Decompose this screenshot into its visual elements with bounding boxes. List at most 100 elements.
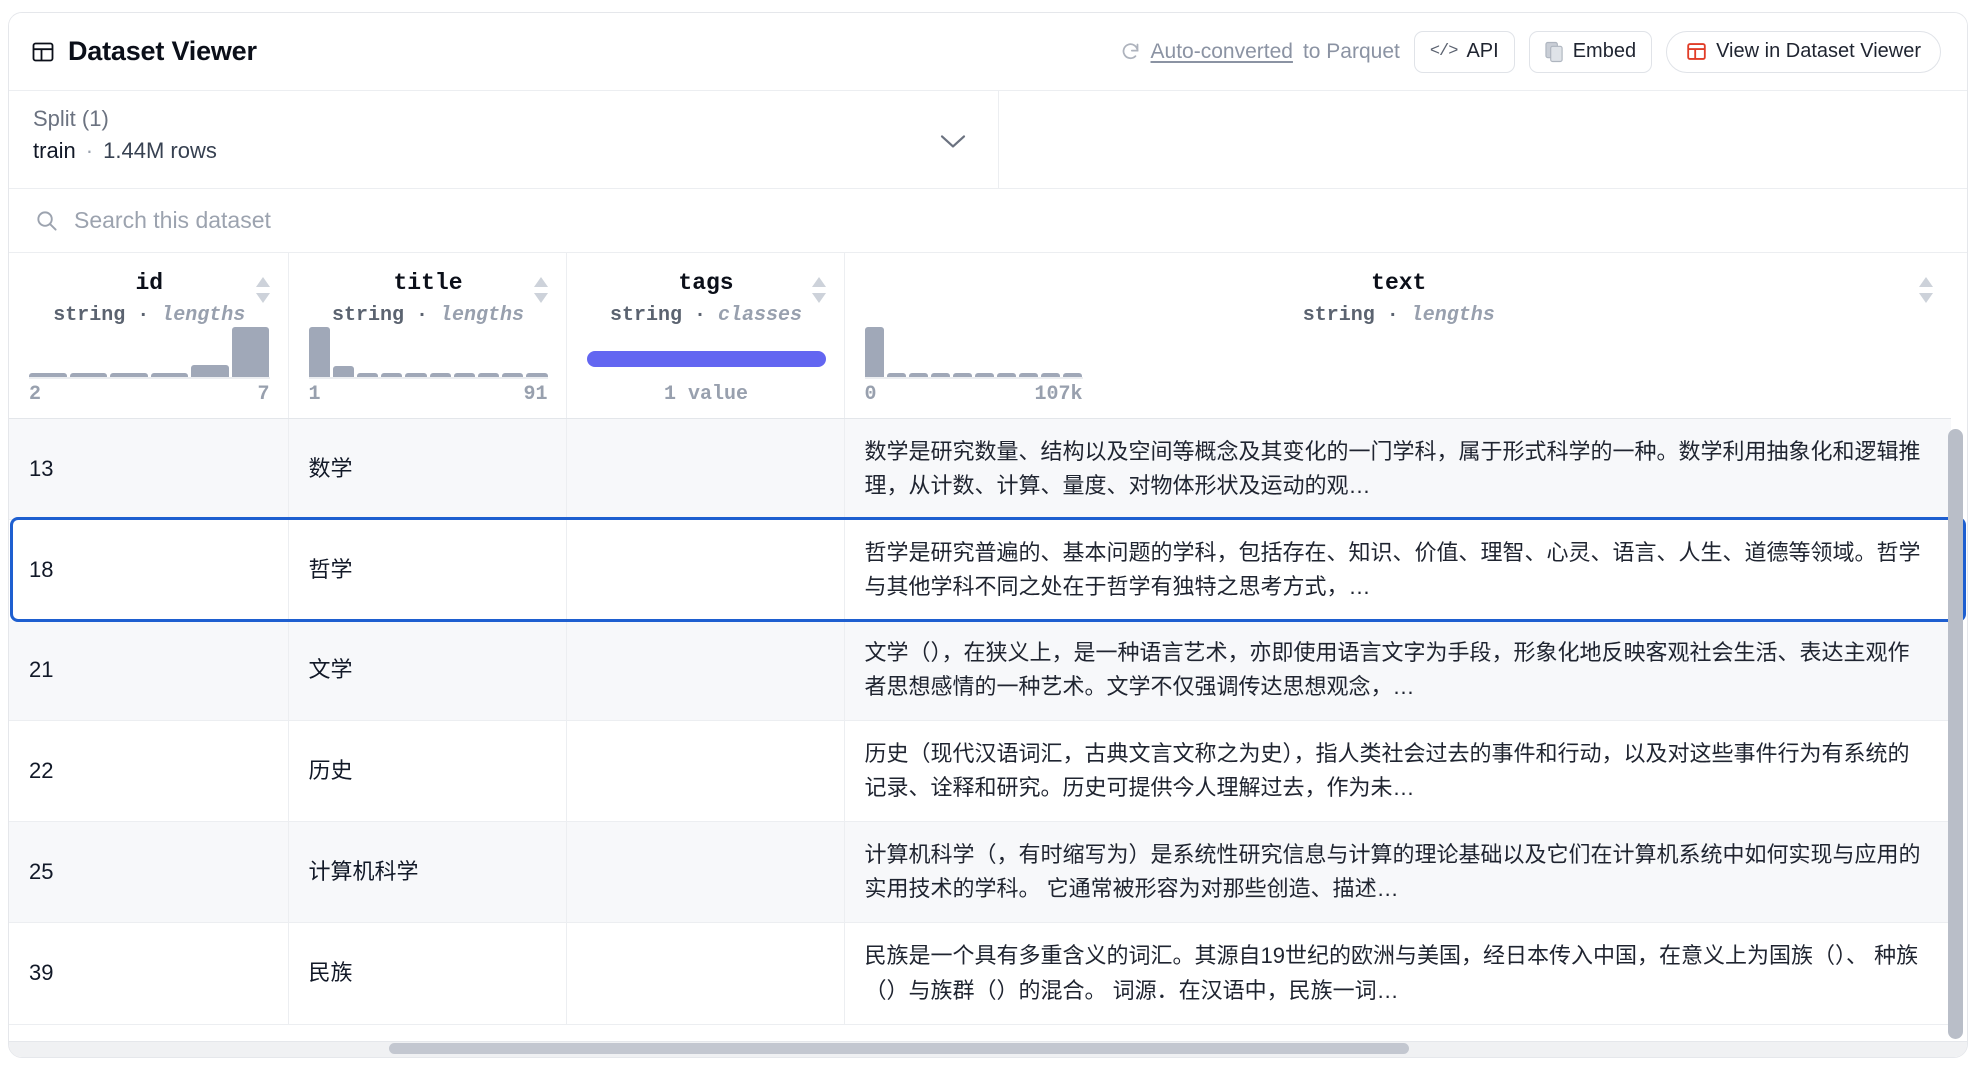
cell-tags <box>566 922 845 1025</box>
copy-icon <box>1545 41 1564 63</box>
column-name-tags: tags <box>678 270 734 296</box>
table-row[interactable]: 22 历史 历史（现代汉语词汇，古典文言文称之为史），指人类社会过去的事件和行动… <box>9 720 1951 823</box>
histogram-bar <box>308 326 330 377</box>
table-body: 13 数学 数学是研究数量、结构以及空间等概念及其变化的一门学科，属于形式科学的… <box>9 418 1951 1025</box>
histogram-bar <box>356 372 379 377</box>
column-type-tags: string · classes <box>609 303 803 327</box>
cell-title: 哲学 <box>288 519 567 620</box>
page-title-text: Dataset Viewer <box>68 36 257 66</box>
table-row[interactable]: 39 民族 民族是一个具有多重含义的词汇。其源自19世纪的欧洲与美国，经日本传入… <box>9 922 1951 1025</box>
horizontal-scrollbar-track[interactable] <box>9 1041 1967 1057</box>
table-row[interactable]: 25 计算机科学 计算机科学（，有时缩写为）是系统性研究信息与计算的理论基础以及… <box>9 821 1951 924</box>
histogram-bar <box>1019 372 1039 377</box>
split-label: Split (1) <box>33 106 109 131</box>
code-brackets-icon: </> <box>1429 42 1459 61</box>
histogram-bar <box>1041 372 1061 377</box>
view-in-dataset-viewer-button[interactable]: View in Dataset Viewer <box>1666 30 1941 73</box>
cell-tags <box>566 821 845 924</box>
cell-id: 13 <box>9 418 289 520</box>
auto-converted-notice[interactable]: Auto-converted to Parquet <box>1120 40 1400 64</box>
histogram-min-title: 1 <box>308 382 321 406</box>
auto-converted-suffix: to Parquet <box>1302 39 1400 63</box>
histogram-bar <box>908 372 928 377</box>
column-classbar-tags: 1 value <box>586 350 826 406</box>
column-header-id[interactable]: id string · lengths 2 7 <box>9 253 289 419</box>
cell-tags <box>566 519 845 620</box>
table-row[interactable]: 21 文学 文学（），在狭义上，是一种语言艺术，亦即使用语言文字为手段，形象化地… <box>9 619 1951 722</box>
refresh-icon <box>1120 41 1141 62</box>
api-button[interactable]: </> API <box>1413 30 1515 73</box>
histogram-max-id: 7 <box>257 382 270 406</box>
horizontal-scrollbar-thumb[interactable] <box>389 1043 1409 1054</box>
histogram-bar <box>429 372 451 377</box>
search-bar <box>9 189 1967 253</box>
table-head: id string · lengths 2 7 title string · l… <box>9 253 1951 419</box>
table-header-row: id string · lengths 2 7 title string · l… <box>9 253 1951 419</box>
histogram-bar <box>974 372 995 377</box>
column-header-tags[interactable]: tags string · classes 1 value <box>566 253 845 419</box>
grid-table-icon <box>31 40 55 64</box>
dataset-viewer-panel: Dataset Viewer Auto-converted to Parquet… <box>8 12 1968 1058</box>
cell-tags <box>566 720 845 823</box>
column-histogram-text: 0 107k <box>864 324 1083 406</box>
search-icon <box>35 209 58 232</box>
histogram-bar <box>110 372 148 377</box>
split-row-count: 1.44M rows <box>103 137 217 163</box>
histogram-bar <box>191 364 229 377</box>
search-input[interactable] <box>74 207 774 234</box>
table-row-selected[interactable]: 18 哲学 哲学是研究普遍的、基本问题的学科，包括存在、知识、价值、理智、心灵、… <box>9 519 1951 620</box>
histogram-axis: 1 91 <box>309 383 548 406</box>
histogram-bar <box>502 372 524 377</box>
embed-button-label: Embed <box>1572 40 1637 62</box>
histogram-bar <box>69 372 108 377</box>
cell-id: 18 <box>9 519 289 620</box>
embed-button[interactable]: Embed <box>1528 30 1653 73</box>
split-bar: Split (1) train · 1.44M rows <box>9 91 1967 189</box>
api-button-label: API <box>1466 40 1499 62</box>
cell-title: 民族 <box>288 922 567 1025</box>
histogram-min-id: 2 <box>29 382 42 406</box>
histogram-max-title: 91 <box>523 382 548 406</box>
cell-id: 21 <box>9 619 289 722</box>
histogram-bar <box>150 372 189 377</box>
cell-id: 22 <box>9 720 289 823</box>
cell-title: 历史 <box>288 720 567 823</box>
dataset-table: id string · lengths 2 7 title string · l… <box>9 253 1951 1025</box>
vertical-scrollbar[interactable] <box>1948 429 1963 1039</box>
split-separator: · <box>85 137 94 163</box>
grid-table-icon-red <box>1686 41 1707 62</box>
histogram-bar <box>29 372 67 377</box>
column-histogram-title: 1 91 <box>308 324 548 406</box>
histogram-bars <box>864 324 1083 379</box>
column-histogram-id: 2 7 <box>29 324 270 406</box>
histogram-bar <box>526 372 548 377</box>
histogram-bar <box>952 372 972 377</box>
histogram-bar <box>1063 372 1083 377</box>
cell-title: 计算机科学 <box>288 821 567 924</box>
cell-tags <box>566 418 845 520</box>
cell-title: 数学 <box>288 418 567 520</box>
split-bar-empty-area <box>999 91 1967 188</box>
split-value: train · 1.44M rows <box>33 134 976 167</box>
column-header-title[interactable]: title string · lengths 1 91 <box>288 253 567 419</box>
class-distribution-bar <box>586 350 826 367</box>
table-row[interactable]: 13 数学 数学是研究数量、结构以及空间等概念及其变化的一门学科，属于形式科学的… <box>9 418 1951 520</box>
histogram-max-text: 107k <box>1034 382 1083 406</box>
column-header-text[interactable]: text string · lengths 0 107k <box>844 253 1951 419</box>
histogram-bar <box>332 365 354 377</box>
cell-text: 民族是一个具有多重含义的词汇。其源自19世纪的欧洲与美国，经日本传入中国，在意义… <box>844 922 1951 1025</box>
split-selector[interactable]: Split (1) train · 1.44M rows <box>9 91 999 188</box>
auto-converted-link[interactable]: Auto-converted <box>1151 40 1293 64</box>
cell-text: 文学（），在狭义上，是一种语言艺术，亦即使用语言文字为手段，形象化地反映客观社会… <box>844 619 1951 722</box>
cell-text: 计算机科学（，有时缩写为）是系统性研究信息与计算的理论基础以及它们在计算机系统中… <box>844 821 1951 924</box>
split-name: train <box>33 137 76 163</box>
column-name-id: id <box>135 270 164 296</box>
histogram-bars <box>308 324 548 379</box>
cell-text: 哲学是研究普遍的、基本问题的学科，包括存在、知识、价值、理智、心灵、语言、人生、… <box>844 519 1951 620</box>
cell-id: 39 <box>9 922 289 1025</box>
histogram-axis: 0 107k <box>865 383 1083 406</box>
histogram-axis: 2 7 <box>29 383 270 406</box>
column-dtype-text: string <box>1302 303 1375 327</box>
class-value-count-tags: 1 value <box>663 382 748 406</box>
cell-tags <box>566 619 845 722</box>
